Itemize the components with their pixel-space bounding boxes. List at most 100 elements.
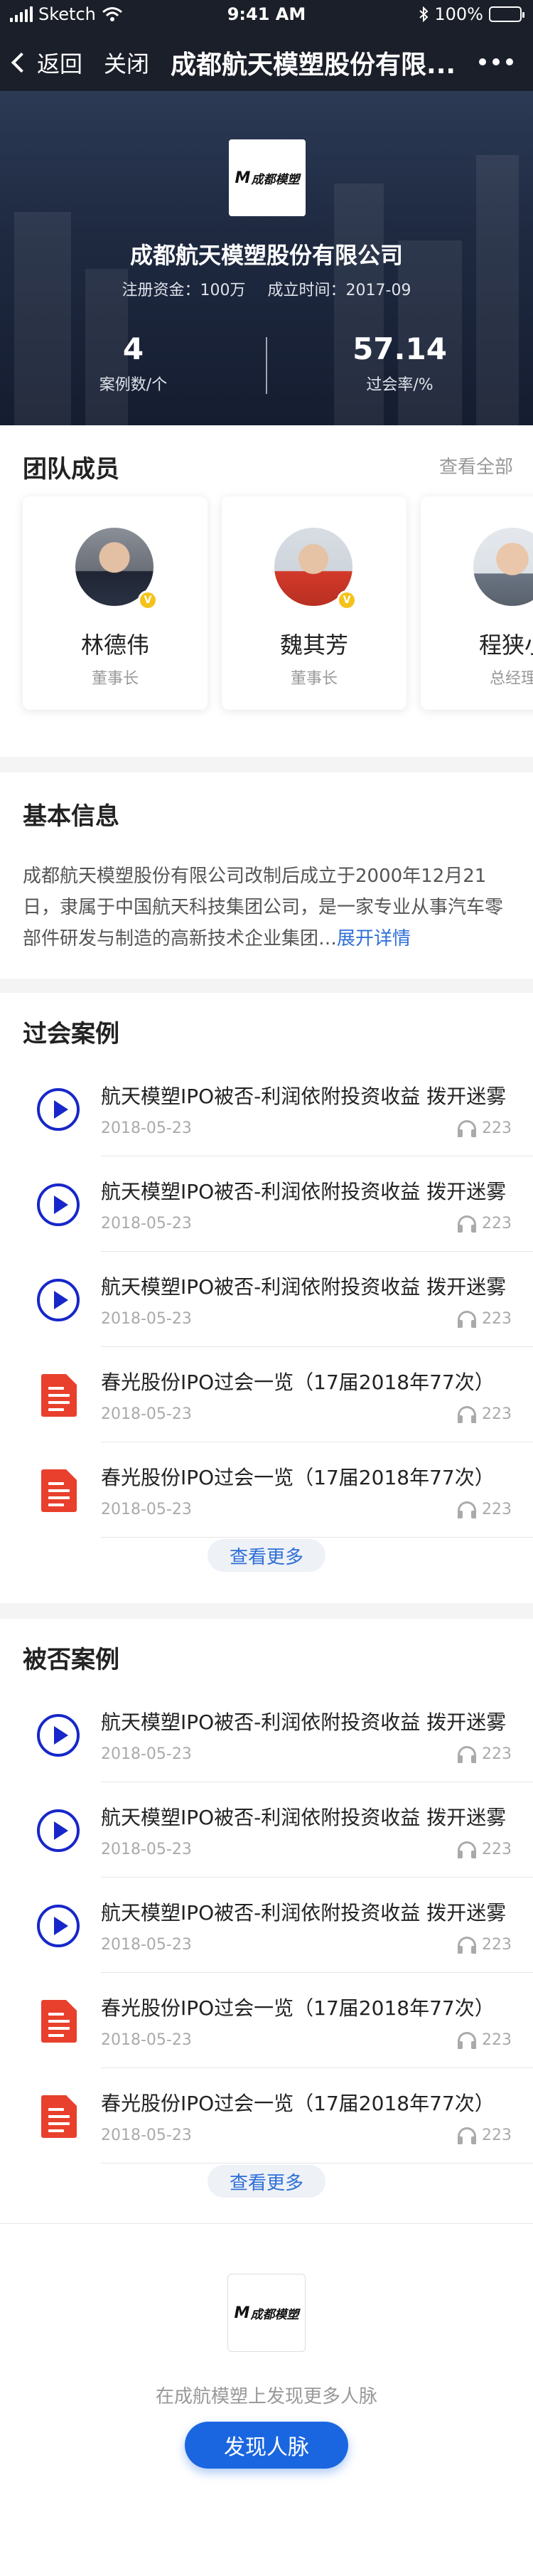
passed-view-more-button[interactable]: 查看更多 bbox=[208, 1539, 325, 1572]
rejected-view-more-button[interactable]: 查看更多 bbox=[208, 2165, 325, 2198]
founded-date: 成立时间：2017-09 bbox=[267, 282, 411, 299]
team-card[interactable]: 程狭小 总经理 bbox=[421, 496, 533, 710]
case-title: 春光股份IPO过会一览（17届2018年77次） bbox=[101, 2092, 495, 2115]
case-play-count: 223 bbox=[458, 1501, 512, 1518]
document-icon bbox=[41, 1374, 77, 1417]
case-date: 2018-05-23 bbox=[101, 2031, 192, 2049]
discover-contacts-button[interactable]: 发现人脉 bbox=[185, 2422, 348, 2469]
case-play-count: 223 bbox=[458, 1119, 512, 1137]
case-title: 航天模塑IPO被否-利润依附投资收益 拨开迷雾 bbox=[101, 1901, 507, 1925]
play-count-value: 223 bbox=[482, 1310, 512, 1328]
stat-value: 57.14 bbox=[352, 331, 447, 366]
divider bbox=[101, 1537, 533, 1538]
view-all-link[interactable]: 查看全部 bbox=[439, 452, 513, 479]
team-cards: V 林德伟 董事长 V 魏其芳 董事长 程狭小 总经理 bbox=[23, 496, 533, 710]
bluetooth-icon bbox=[419, 6, 429, 22]
company-stats: 4 案例数/个 57.14 过会率/% bbox=[0, 331, 533, 403]
stat-case-count: 4 案例数/个 bbox=[0, 331, 266, 395]
team-title: 团队成员 bbox=[23, 455, 119, 484]
status-bar: Sketch 9:41 AM 100% bbox=[0, 0, 533, 28]
stat-label: 过会率/% bbox=[366, 376, 434, 394]
headphone-icon bbox=[458, 1936, 476, 1954]
passed-cases-list: 航天模塑IPO被否-利润依附投资收益 拨开迷雾 2018-05-23 223 航天模塑… bbox=[0, 1061, 533, 1538]
member-role: 董事长 bbox=[290, 670, 338, 688]
headphone-icon bbox=[458, 1745, 476, 1763]
company-logo: M 成都模塑 bbox=[229, 139, 306, 216]
case-title: 航天模塑IPO被否-利润依附投资收益 拨开迷雾 bbox=[101, 1180, 507, 1203]
case-date: 2018-05-23 bbox=[101, 1310, 192, 1328]
play-icon[interactable] bbox=[37, 1088, 80, 1131]
play-count-value: 223 bbox=[482, 1405, 512, 1423]
play-count-value: 223 bbox=[482, 1215, 512, 1233]
avatar bbox=[473, 528, 533, 606]
company-name: 成都航天模塑股份有限公司 bbox=[129, 242, 403, 269]
close-button[interactable]: 关闭 bbox=[104, 46, 149, 79]
member-role: 董事长 bbox=[91, 670, 139, 688]
case-item[interactable]: 航天模塑IPO被否-利润依附投资收益 拨开迷雾 2018-05-23 223 bbox=[0, 1156, 533, 1252]
verified-badge-icon: V bbox=[337, 590, 357, 610]
team-card[interactable]: V 林德伟 董事长 bbox=[23, 496, 208, 710]
case-item[interactable]: 航天模塑IPO被否-利润依附投资收益 拨开迷雾 2018-05-23 223 bbox=[0, 1687, 533, 1782]
company-description: 成都航天模塑股份有限公司改制后成立于2000年12月21日，隶属于中国航天科技集… bbox=[23, 861, 513, 954]
team-card[interactable]: V 魏其芳 董事长 bbox=[222, 496, 407, 710]
headphone-icon bbox=[458, 1119, 476, 1137]
case-title: 春光股份IPO过会一览（17届2018年77次） bbox=[101, 1371, 495, 1394]
case-item[interactable]: 春光股份IPO过会一览（17届2018年77次） 2018-05-23 223 bbox=[0, 1973, 533, 2068]
play-icon[interactable] bbox=[37, 1714, 80, 1757]
footer: M 成都模塑 在成航模塑上发现更多人脉 发现人脉 bbox=[0, 2223, 533, 2576]
registered-capital: 注册资金：100万 bbox=[122, 282, 246, 299]
headphone-icon bbox=[458, 1405, 476, 1423]
rejected-cases-list: 航天模塑IPO被否-利润依附投资收益 拨开迷雾 2018-05-23 223 航天模塑… bbox=[0, 1687, 533, 2163]
case-date: 2018-05-23 bbox=[101, 1936, 192, 1954]
back-button[interactable]: 返回 bbox=[11, 46, 82, 79]
case-play-count: 223 bbox=[458, 1215, 512, 1233]
company-logo-text: 成都模塑 bbox=[251, 172, 300, 187]
play-icon[interactable] bbox=[37, 1279, 80, 1321]
case-date: 2018-05-23 bbox=[101, 1215, 192, 1233]
member-name: 魏其芳 bbox=[279, 632, 348, 659]
case-play-count: 223 bbox=[458, 1310, 512, 1328]
top-bar: Sketch 9:41 AM 100% 返回 关闭 成都航天模塑股份有限... bbox=[0, 0, 533, 91]
play-icon[interactable] bbox=[37, 1183, 80, 1226]
case-play-count: 223 bbox=[458, 1745, 512, 1763]
case-play-count: 223 bbox=[458, 1841, 512, 1858]
footer-logo-text: 成都模塑 bbox=[250, 2307, 299, 2322]
description-text: 成都航天模塑股份有限公司改制后成立于2000年12月21日，隶属于中国航天科技集… bbox=[23, 866, 504, 949]
play-count-value: 223 bbox=[482, 1936, 512, 1954]
member-name: 林德伟 bbox=[80, 632, 149, 659]
stat-value: 4 bbox=[122, 331, 144, 366]
case-item[interactable]: 航天模塑IPO被否-利润依附投资收益 拨开迷雾 2018-05-23 223 bbox=[0, 1252, 533, 1347]
headphone-icon bbox=[458, 2127, 476, 2144]
play-icon[interactable] bbox=[37, 1809, 80, 1852]
expand-details-link[interactable]: 展开详情 bbox=[337, 928, 411, 949]
case-title: 航天模塑IPO被否-利润依附投资收益 拨开迷雾 bbox=[101, 1275, 507, 1299]
headphone-icon bbox=[458, 1841, 476, 1858]
play-icon[interactable] bbox=[37, 1905, 80, 1947]
case-date: 2018-05-23 bbox=[101, 1841, 192, 1858]
basic-info-section: 基本信息 成都航天模塑股份有限公司改制后成立于2000年12月21日，隶属于中国… bbox=[0, 772, 533, 979]
case-title: 春光股份IPO过会一览（17届2018年77次） bbox=[101, 1996, 495, 2020]
page-title: 成都航天模塑股份有限... bbox=[171, 50, 456, 80]
case-item[interactable]: 春光股份IPO过会一览（17届2018年77次） 2018-05-23 223 bbox=[0, 2068, 533, 2163]
case-play-count: 223 bbox=[458, 1936, 512, 1954]
case-date: 2018-05-23 bbox=[101, 1745, 192, 1763]
case-play-count: 223 bbox=[458, 2127, 512, 2144]
case-title: 航天模塑IPO被否-利润依附投资收益 拨开迷雾 bbox=[101, 1085, 507, 1108]
case-title: 航天模塑IPO被否-利润依附投资收益 拨开迷雾 bbox=[101, 1710, 507, 1734]
document-icon bbox=[41, 2095, 77, 2138]
case-date: 2018-05-23 bbox=[101, 1405, 192, 1423]
case-item[interactable]: 航天模塑IPO被否-利润依附投资收益 拨开迷雾 2018-05-23 223 bbox=[0, 1878, 533, 1973]
case-item[interactable]: 春光股份IPO过会一览（17届2018年77次） 2018-05-23 223 bbox=[0, 1442, 533, 1538]
navigation-bar: 返回 关闭 成都航天模塑股份有限... bbox=[0, 34, 533, 91]
headphone-icon bbox=[458, 1310, 476, 1328]
team-section: 团队成员 查看全部 V 林德伟 董事长 V 魏其芳 董事长 程狭小 总经理 bbox=[0, 425, 533, 757]
chevron-left-icon bbox=[11, 52, 32, 73]
play-count-value: 223 bbox=[482, 2127, 512, 2144]
case-item[interactable]: 春光股份IPO过会一览（17届2018年77次） 2018-05-23 223 bbox=[0, 1347, 533, 1442]
headphone-icon bbox=[458, 2031, 476, 2049]
case-item[interactable]: 航天模塑IPO被否-利润依附投资收益 拨开迷雾 2018-05-23 223 bbox=[0, 1061, 533, 1156]
case-item[interactable]: 航天模塑IPO被否-利润依附投资收益 拨开迷雾 2018-05-23 223 bbox=[0, 1782, 533, 1878]
member-name: 程狭小 bbox=[478, 632, 533, 659]
document-icon bbox=[41, 2000, 77, 2043]
more-options-icon[interactable] bbox=[479, 58, 513, 65]
